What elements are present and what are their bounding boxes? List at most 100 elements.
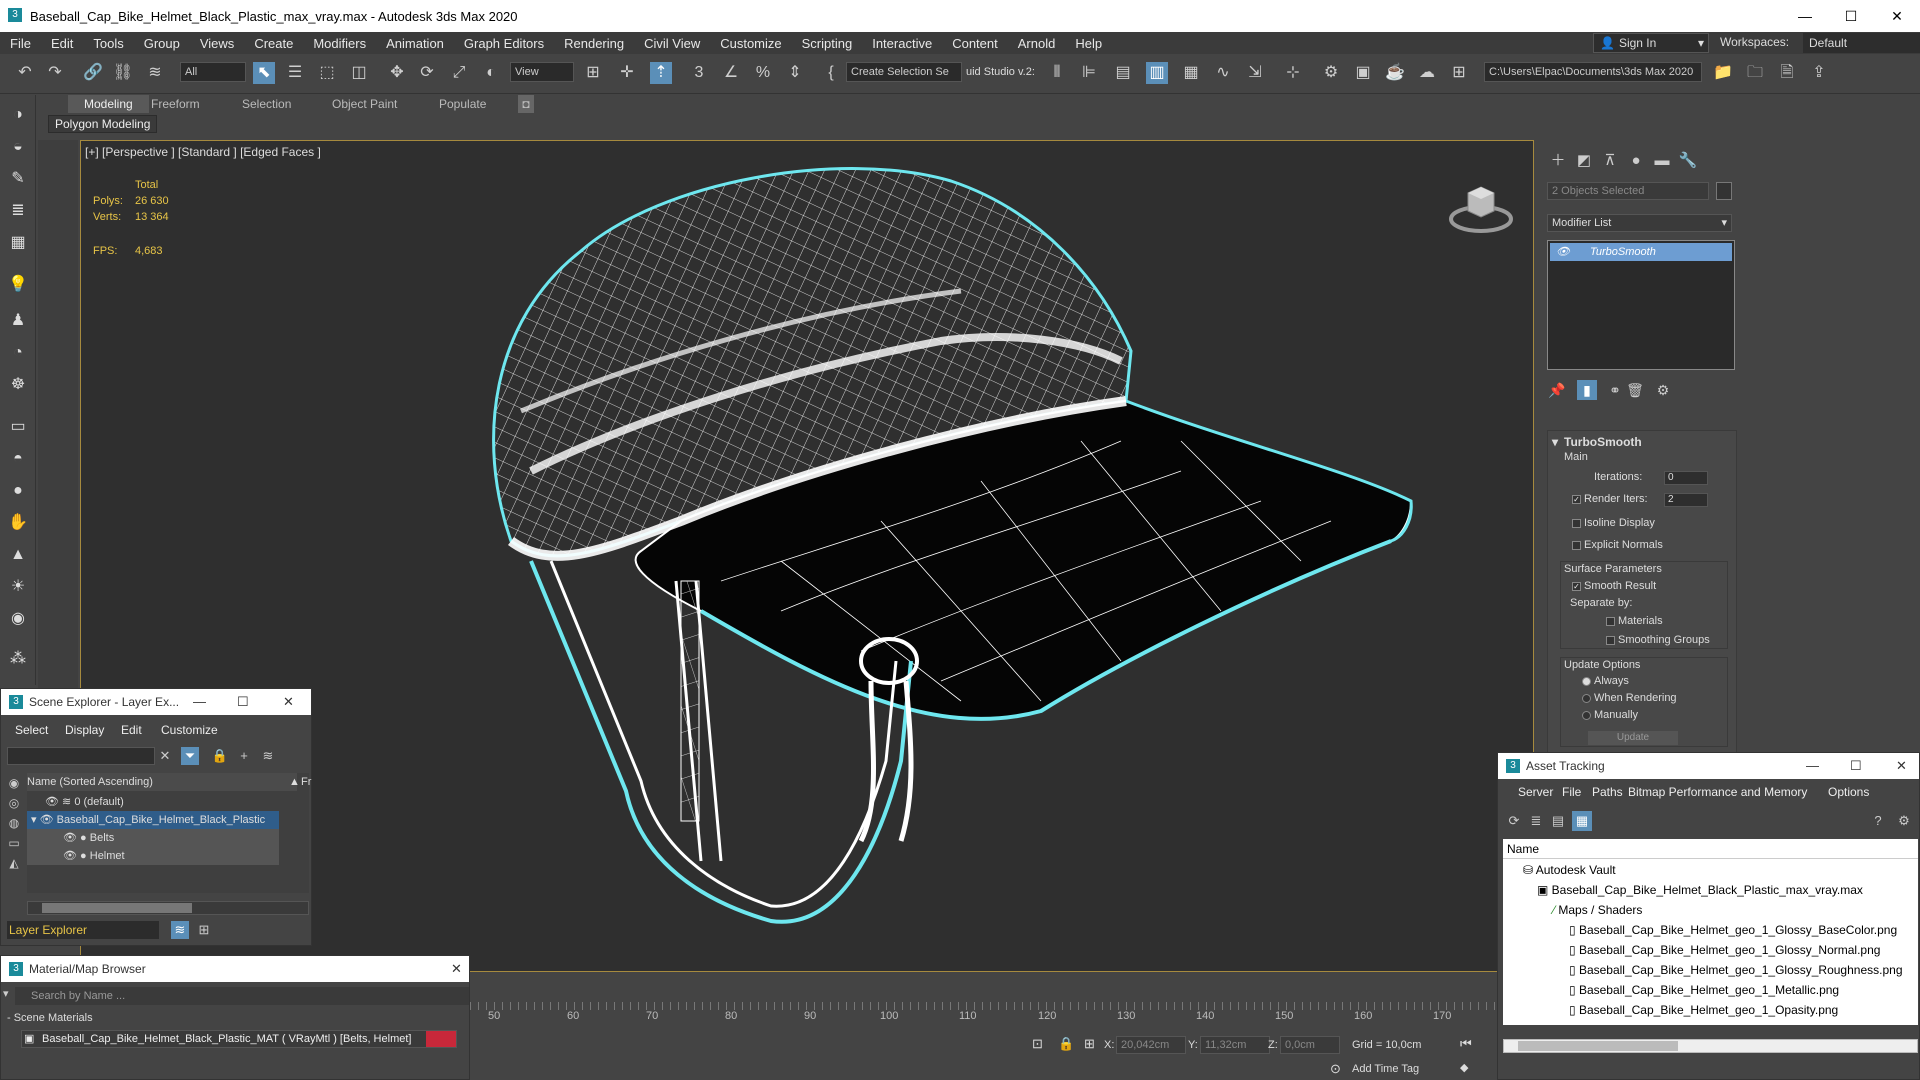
material-editor-icon[interactable]: ⊹ xyxy=(1282,62,1304,84)
ribbon-toggle-icon[interactable]: ▦ xyxy=(1180,62,1202,84)
angle-snap-icon[interactable]: ∠ xyxy=(720,62,742,84)
plane-icon[interactable]: ▭ xyxy=(6,415,30,439)
hand-icon[interactable]: ✋ xyxy=(6,511,30,535)
tree-view-icon[interactable]: ▤ xyxy=(1548,811,1568,831)
isoline-checkbox[interactable] xyxy=(1572,519,1581,528)
eye-icon[interactable]: 👁 xyxy=(63,832,77,844)
light-icon[interactable]: 💡 xyxy=(6,273,30,297)
clear-filter-icon[interactable]: ✕ xyxy=(156,747,174,765)
at-menu-server[interactable]: Server xyxy=(1518,785,1553,799)
scale-icon[interactable]: ⤢ xyxy=(448,62,470,84)
isolate-icon[interactable]: ⊡ xyxy=(1032,1036,1043,1052)
pen-icon[interactable]: ✎ xyxy=(6,167,30,191)
render-setup-icon[interactable]: ⚙ xyxy=(1320,62,1342,84)
polygon-modeling-panel[interactable]: Polygon Modeling xyxy=(48,115,158,133)
se-menu-edit[interactable]: Edit xyxy=(121,723,142,737)
maximize-icon[interactable]: ☐ xyxy=(237,689,249,715)
close-icon[interactable]: ✕ xyxy=(1896,753,1907,779)
lock-selection-icon[interactable]: 🔒 xyxy=(1058,1036,1074,1052)
asset-row[interactable]: ▯ Baseball_Cap_Bike_Helmet_geo_1_Glossy_… xyxy=(1569,961,1903,979)
help-icon[interactable]: ? xyxy=(1868,811,1888,831)
asset-row[interactable]: ▣ Baseball_Cap_Bike_Helmet_Black_Plastic… xyxy=(1537,881,1863,899)
layer-manager-icon[interactable]: ▤ xyxy=(1112,62,1134,84)
menu-content[interactable]: Content xyxy=(942,36,1008,51)
menu-modifiers[interactable]: Modifiers xyxy=(303,36,376,51)
render-iters-spinner[interactable]: 2 xyxy=(1664,493,1708,507)
close-button[interactable]: ✕ xyxy=(1874,0,1920,32)
eye-icon[interactable]: 👁 xyxy=(40,814,54,826)
minimize-icon[interactable]: — xyxy=(1806,753,1819,779)
display-geometry-icon[interactable]: ◎ xyxy=(5,793,23,813)
timeline[interactable]: 50 60 70 80 90 100 110 120 130 140 150 1… xyxy=(470,990,1500,1030)
create-tab-icon[interactable]: ＋ xyxy=(1547,150,1569,172)
selection-filter-dropdown[interactable]: All xyxy=(180,62,246,82)
display-tab-icon[interactable]: ▬ xyxy=(1651,150,1673,172)
tree-row-default[interactable]: 👁 ≋ 0 (default) xyxy=(27,793,297,811)
menu-arnold[interactable]: Arnold xyxy=(1008,36,1066,51)
scene-materials-group[interactable]: - Scene Materials xyxy=(7,1012,93,1024)
create-selection-set-dropdown[interactable]: Create Selection Se xyxy=(846,62,962,82)
edit-named-sets-icon[interactable]: { xyxy=(820,62,842,84)
material-search-input[interactable]: Search by Name ... xyxy=(15,987,469,1005)
asset-row[interactable]: ⁄ Maps / Shaders xyxy=(1553,901,1642,919)
placement-icon[interactable]: ◐ xyxy=(480,62,502,84)
display-cameras-icon[interactable]: ▭ xyxy=(5,833,23,853)
menu-tools[interactable]: Tools xyxy=(83,36,133,51)
table-icon[interactable]: ▦ xyxy=(6,231,30,255)
workspace-dropdown[interactable]: Default xyxy=(1803,33,1920,53)
select-manipulate-icon[interactable]: ✛ xyxy=(616,62,638,84)
configure-sets-icon[interactable]: ⚙ xyxy=(1653,380,1673,400)
explicit-normals-checkbox[interactable] xyxy=(1572,541,1581,550)
at-menu-options[interactable]: Options xyxy=(1828,785,1869,799)
always-radio[interactable] xyxy=(1582,677,1591,686)
spinner-snap-icon[interactable]: ⇕ xyxy=(784,62,806,84)
particles-icon[interactable]: ⁂ xyxy=(6,647,30,671)
display-lights-icon[interactable]: ◍ xyxy=(5,813,23,833)
scroll-thumb[interactable] xyxy=(1518,1041,1678,1051)
collapse-icon[interactable]: ▾ xyxy=(3,987,9,1000)
select-object-icon[interactable]: ⬉ xyxy=(253,62,275,84)
make-unique-icon[interactable]: ⚭ xyxy=(1605,380,1625,400)
menu-views[interactable]: Views xyxy=(190,36,244,51)
minimize-button[interactable]: — xyxy=(1782,0,1828,32)
show-end-result-icon[interactable]: ▮ xyxy=(1577,380,1597,400)
menu-interactive[interactable]: Interactive xyxy=(862,36,942,51)
ball-icon[interactable]: ◉ xyxy=(6,607,30,631)
menu-scripting[interactable]: Scripting xyxy=(792,36,863,51)
tab-selection[interactable]: Selection xyxy=(242,95,291,113)
settings-icon[interactable]: ⚙ xyxy=(1894,811,1914,831)
motion-tab-icon[interactable]: ● xyxy=(1625,150,1647,172)
hierarchy-tab-icon[interactable]: ⊼ xyxy=(1599,150,1621,172)
tree-row-layer[interactable]: ▾ 👁 Baseball_Cap_Bike_Helmet_Black_Plast… xyxy=(27,811,279,829)
undo-icon[interactable]: ↶ xyxy=(14,62,36,84)
render-production-icon[interactable]: ☕ xyxy=(1384,62,1406,84)
open-file-icon[interactable]: 🗀 xyxy=(1744,62,1766,84)
filter-icon[interactable]: ⏷ xyxy=(181,747,199,765)
render-grid-icon[interactable]: ⊞ xyxy=(1448,62,1470,84)
eye-icon[interactable]: 👁 xyxy=(1556,243,1570,261)
curve-editor-icon[interactable]: ∿ xyxy=(1212,62,1234,84)
close-icon[interactable]: ✕ xyxy=(451,956,462,982)
asset-row[interactable]: ▯ Baseball_Cap_Bike_Helmet_geo_1_Opasity… xyxy=(1569,1001,1838,1019)
viewcube-icon[interactable] xyxy=(1446,177,1516,237)
object-selection-field[interactable]: 2 Objects Selected xyxy=(1547,182,1709,200)
se-menu-select[interactable]: Select xyxy=(15,723,48,737)
mirror-icon[interactable]: ⫴ xyxy=(1046,62,1068,84)
x-field[interactable]: 20,042cm xyxy=(1116,1036,1186,1054)
cone-icon[interactable]: ▲ xyxy=(6,543,30,567)
layer-options-icon[interactable]: ⊞ xyxy=(195,921,213,939)
menu-help[interactable]: Help xyxy=(1065,36,1112,51)
tab-freeform[interactable]: Freeform xyxy=(151,95,200,113)
list-view-icon[interactable]: ≣ xyxy=(1526,811,1546,831)
snaps-toggle-icon[interactable]: 3 xyxy=(688,62,710,84)
scroll-thumb[interactable] xyxy=(42,903,192,913)
display-helpers-icon[interactable]: ◭ xyxy=(5,853,23,873)
asset-row[interactable]: ⛁ Autodesk Vault xyxy=(1523,861,1616,879)
tab-modeling[interactable]: Modeling xyxy=(68,95,149,113)
se-menu-customize[interactable]: Customize xyxy=(161,723,218,737)
manually-radio[interactable] xyxy=(1582,711,1591,720)
at-menu-paths[interactable]: Paths xyxy=(1592,785,1623,799)
reference-coord-dropdown[interactable]: View xyxy=(510,62,574,82)
modifier-list-dropdown[interactable]: Modifier List ▾ xyxy=(1547,214,1732,232)
z-field[interactable]: 0,0cm xyxy=(1280,1036,1340,1054)
